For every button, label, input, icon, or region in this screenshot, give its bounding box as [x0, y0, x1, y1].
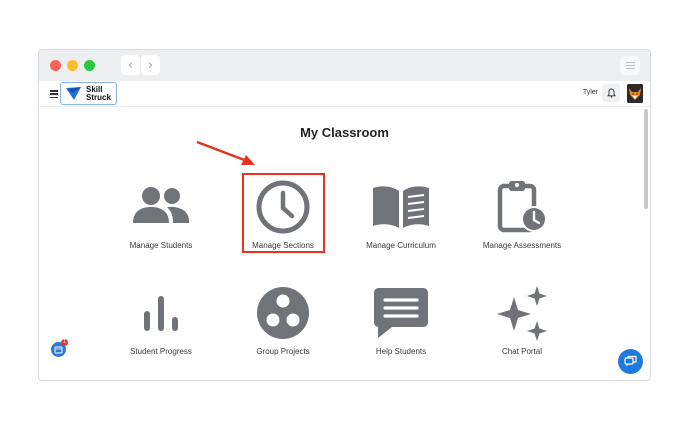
- logo-mark-icon: [66, 87, 81, 100]
- minimize-window-button[interactable]: [67, 60, 78, 71]
- tile-group-projects[interactable]: Group Projects: [224, 283, 342, 363]
- user-name[interactable]: Tyler: [583, 89, 598, 96]
- chevron-left-icon: ‹: [127, 57, 134, 73]
- tile-student-progress[interactable]: Student Progress: [102, 283, 220, 363]
- tile-label: Manage Students: [129, 241, 193, 250]
- tile-manage-students[interactable]: Manage Students: [102, 177, 220, 257]
- group-circles-icon: [257, 287, 309, 339]
- students-icon: [133, 187, 189, 223]
- app-header: Skill Struck Tyler: [39, 81, 650, 107]
- close-window-button[interactable]: [50, 60, 61, 71]
- tile-label: Manage Assessments: [482, 241, 562, 250]
- clipboard-clock-icon: [497, 181, 547, 233]
- browser-menu-button[interactable]: [620, 56, 640, 75]
- tile-label: Group Projects: [256, 347, 310, 356]
- notification-badge: 1: [61, 339, 68, 346]
- fox-avatar-icon: [627, 84, 643, 103]
- menu-lines-icon: [625, 62, 635, 63]
- skillstruck-logo[interactable]: Skill Struck: [60, 82, 117, 105]
- maximize-window-button[interactable]: [84, 60, 95, 71]
- tile-chat-portal[interactable]: Chat Portal: [463, 283, 581, 363]
- tile-manage-assessments[interactable]: Manage Assessments: [463, 177, 581, 257]
- tile-manage-curriculum[interactable]: Manage Curriculum: [342, 177, 460, 257]
- tile-help-students[interactable]: Help Students: [342, 283, 460, 363]
- browser-window: ‹ › Skill Struck Tyler My Classroom Mana…: [38, 49, 651, 381]
- browser-toolbar: ‹ ›: [39, 50, 650, 81]
- sparkle-icon: [497, 286, 547, 341]
- tile-label: Help Students: [375, 347, 427, 356]
- book-icon: [373, 186, 429, 228]
- forward-button[interactable]: ›: [141, 55, 160, 75]
- chat-icon: [624, 355, 637, 367]
- tile-label: Chat Portal: [501, 347, 543, 356]
- chat-button[interactable]: [618, 349, 643, 374]
- back-button[interactable]: ‹: [121, 55, 140, 75]
- tile-label: Student Progress: [130, 347, 192, 356]
- hamburger-menu-icon[interactable]: [50, 90, 58, 98]
- notifications-button[interactable]: [602, 84, 620, 102]
- chevron-right-icon: ›: [147, 57, 154, 73]
- tile-label: Manage Curriculum: [366, 241, 436, 250]
- bar-chart-icon: [144, 296, 178, 331]
- page-scrollbar[interactable]: [644, 109, 648, 209]
- annotation-highlight-box: [242, 173, 325, 253]
- logo-text: Skill Struck: [86, 84, 111, 102]
- bell-icon: [606, 88, 616, 98]
- annotation-arrow-icon: [196, 140, 255, 165]
- chat-bubble-icon: [374, 288, 428, 338]
- avatar[interactable]: [627, 84, 643, 103]
- page-title: My Classroom: [300, 125, 389, 140]
